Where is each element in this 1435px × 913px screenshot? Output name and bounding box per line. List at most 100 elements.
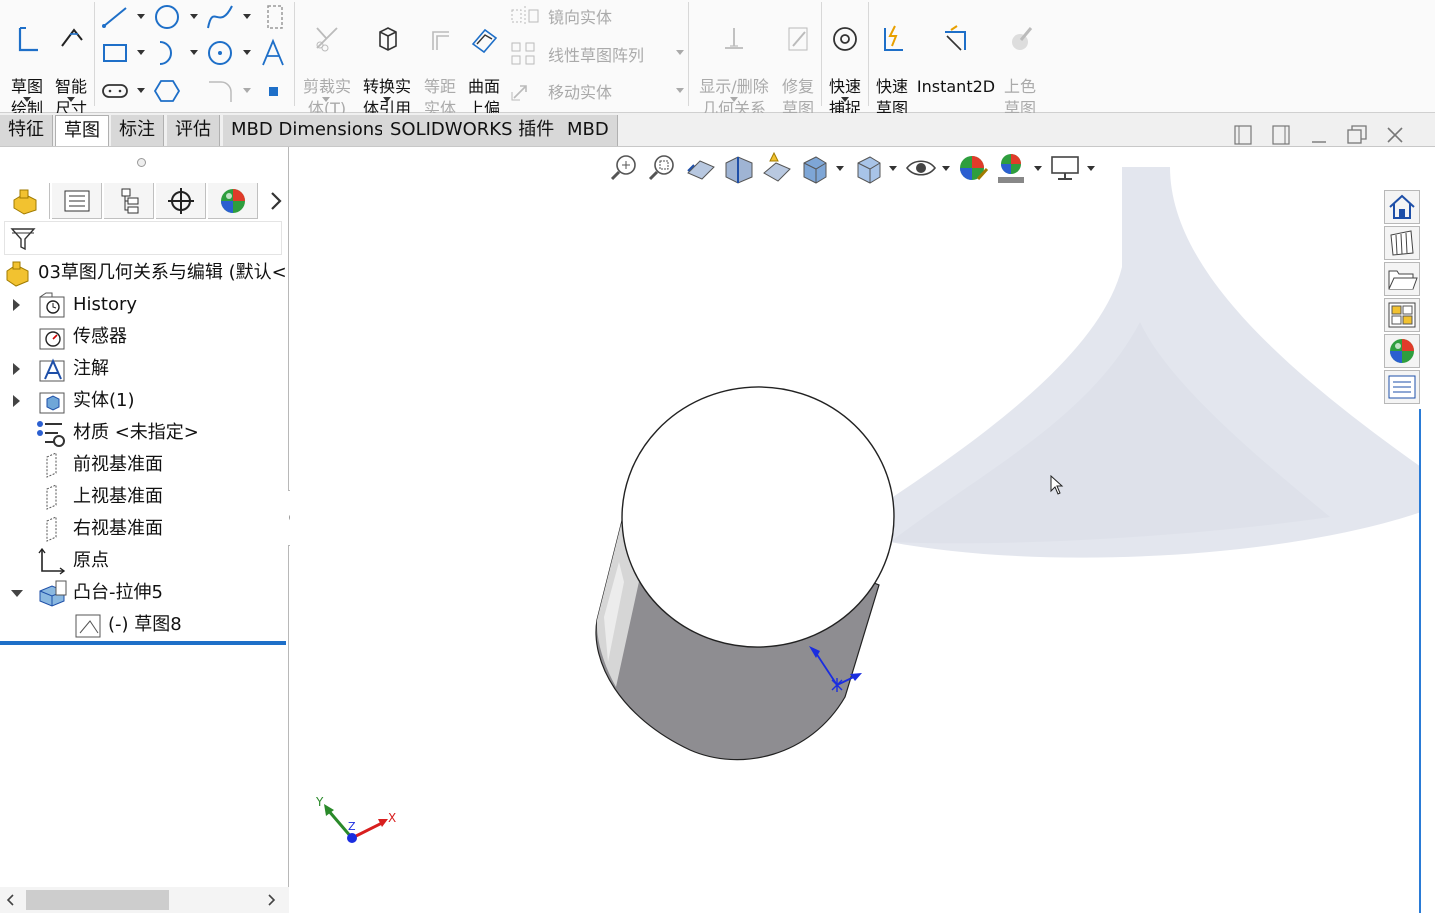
chevron-right-icon[interactable] — [266, 187, 286, 215]
task-pane-view-palette[interactable] — [1384, 298, 1420, 332]
smart-dimension-dropdown[interactable] — [67, 97, 75, 102]
fillet-icon[interactable] — [205, 38, 235, 68]
rectangle-icon[interactable] — [100, 38, 130, 68]
relations-dropdown[interactable] — [730, 97, 738, 102]
linear-pattern-button[interactable]: 线性草图阵列 — [510, 41, 644, 67]
task-pane-file-explorer[interactable] — [1384, 262, 1420, 296]
instant2d-button[interactable]: Instant2D — [916, 2, 996, 120]
previous-view-icon[interactable] — [684, 151, 718, 185]
tab-evaluate[interactable]: 评估 — [167, 115, 220, 146]
sketch-icon — [75, 614, 101, 638]
rectangle-dropdown[interactable] — [137, 50, 145, 55]
horizontal-scrollbar[interactable] — [0, 887, 289, 913]
tab-configuration-manager[interactable] — [104, 183, 154, 219]
expand-solid-bodies[interactable] — [13, 395, 20, 407]
chevron-right-icon[interactable] — [264, 893, 278, 907]
folder-open-icon — [1388, 270, 1418, 290]
trim-dropdown[interactable] — [322, 97, 330, 102]
tile-right-icon[interactable] — [1266, 120, 1296, 150]
task-pane-appearances[interactable] — [1384, 334, 1420, 368]
task-pane-home[interactable] — [1384, 190, 1420, 224]
view-orientation-icon[interactable] — [798, 151, 832, 185]
mirror-entities-button[interactable]: 镜向实体 — [510, 4, 612, 28]
view-settings-icon[interactable] — [1048, 151, 1082, 185]
quick-snaps-dropdown[interactable] — [841, 97, 849, 102]
cylinder-model[interactable] — [580, 372, 920, 772]
ribbon-separator — [294, 2, 295, 106]
fillet-dropdown[interactable] — [243, 50, 251, 55]
pattern-dropdown[interactable] — [676, 50, 684, 55]
apply-scene-icon[interactable] — [994, 151, 1028, 185]
minimize-icon[interactable] — [1304, 120, 1334, 150]
scrollbar-thumb[interactable] — [26, 890, 169, 910]
edit-appearance-icon[interactable] — [956, 151, 990, 185]
tab-dimxpert-manager[interactable] — [156, 183, 206, 219]
zoom-to-area-icon[interactable] — [646, 151, 680, 185]
circle-icon[interactable] — [152, 2, 182, 32]
line-dropdown[interactable] — [137, 14, 145, 19]
sketch-fillet-icon[interactable] — [205, 76, 235, 106]
convert-icon — [379, 27, 397, 51]
origin-icon — [38, 547, 66, 575]
task-pane-custom-properties[interactable] — [1384, 370, 1420, 404]
circle-dropdown[interactable] — [190, 14, 198, 19]
slot-icon[interactable] — [100, 76, 130, 106]
display-style-icon[interactable] — [852, 151, 886, 185]
tab-display-manager[interactable] — [208, 183, 258, 219]
offset-surface-icon — [471, 28, 498, 54]
ribbon-separator — [688, 2, 689, 106]
tab-property-manager[interactable] — [52, 183, 102, 219]
chevron-left-icon[interactable] — [4, 893, 18, 907]
dynamic-annotation-icon[interactable] — [760, 151, 794, 185]
text-icon[interactable] — [258, 38, 288, 68]
close-icon[interactable] — [1380, 120, 1410, 150]
tile-left-icon[interactable] — [1228, 120, 1258, 150]
tab-mbd[interactable]: MBD — [559, 115, 618, 146]
point-icon[interactable] — [262, 78, 292, 108]
expand-annotations[interactable] — [13, 363, 20, 375]
graphics-area[interactable]: Y X Z — [290, 147, 1421, 913]
part-icon — [6, 261, 29, 287]
convert-dropdown[interactable] — [383, 97, 391, 102]
tab-features[interactable]: 特征 — [0, 115, 53, 146]
solid-body-folder-icon — [39, 392, 65, 414]
tree-filter-box[interactable] — [4, 221, 282, 255]
expand-history[interactable] — [13, 299, 20, 311]
appearance-ball-icon — [221, 189, 245, 213]
rollback-bar[interactable] — [0, 641, 286, 645]
slot-dropdown[interactable] — [137, 88, 145, 93]
panel-splitter-handle[interactable] — [137, 158, 146, 167]
tree-root-part[interactable]: 03草图几何关系与编辑 (默认< — [4, 257, 288, 289]
hide-show-dropdown[interactable] — [942, 166, 950, 171]
sketch-dropdown[interactable] — [23, 97, 31, 102]
tab-sketch[interactable]: 草图 — [55, 115, 109, 146]
ribbon-separator — [94, 2, 95, 106]
polygon-icon[interactable] — [152, 76, 182, 106]
arc-dropdown[interactable] — [190, 50, 198, 55]
rapid-sketch-icon — [884, 25, 903, 51]
tab-mbd-dimensions[interactable]: MBD Dimensions — [223, 115, 393, 146]
hide-show-items-icon[interactable] — [904, 151, 938, 185]
apply-scene-dropdown[interactable] — [1034, 166, 1042, 171]
display-style-dropdown[interactable] — [889, 166, 897, 171]
tab-markup[interactable]: 标注 — [111, 115, 164, 146]
sketch-fillet-dropdown[interactable] — [243, 88, 251, 93]
offset-icon — [432, 31, 449, 50]
tab-feature-manager[interactable] — [0, 183, 50, 219]
view-orientation-dropdown[interactable] — [836, 166, 844, 171]
spline-icon[interactable] — [205, 2, 235, 32]
command-manager-tabs: 特征 草图 标注 评估 MBD Dimensions SOLIDWORKS 插件… — [0, 113, 1435, 147]
zoom-to-fit-icon[interactable] — [608, 151, 642, 185]
task-pane-design-library[interactable] — [1384, 226, 1420, 260]
view-settings-dropdown[interactable] — [1087, 166, 1095, 171]
move-entities-button[interactable]: 移动实体 — [510, 79, 612, 103]
tab-solidworks-addins[interactable]: SOLIDWORKS 插件 — [382, 115, 564, 146]
restore-icon[interactable] — [1342, 120, 1372, 150]
move-dropdown[interactable] — [676, 88, 684, 93]
section-view-icon[interactable] — [722, 151, 756, 185]
arc-icon[interactable] — [152, 38, 182, 68]
trim-small-icon[interactable] — [262, 2, 292, 32]
spline-dropdown[interactable] — [243, 14, 251, 19]
collapse-boss-extrude[interactable] — [11, 590, 23, 597]
line-icon[interactable] — [100, 2, 130, 32]
